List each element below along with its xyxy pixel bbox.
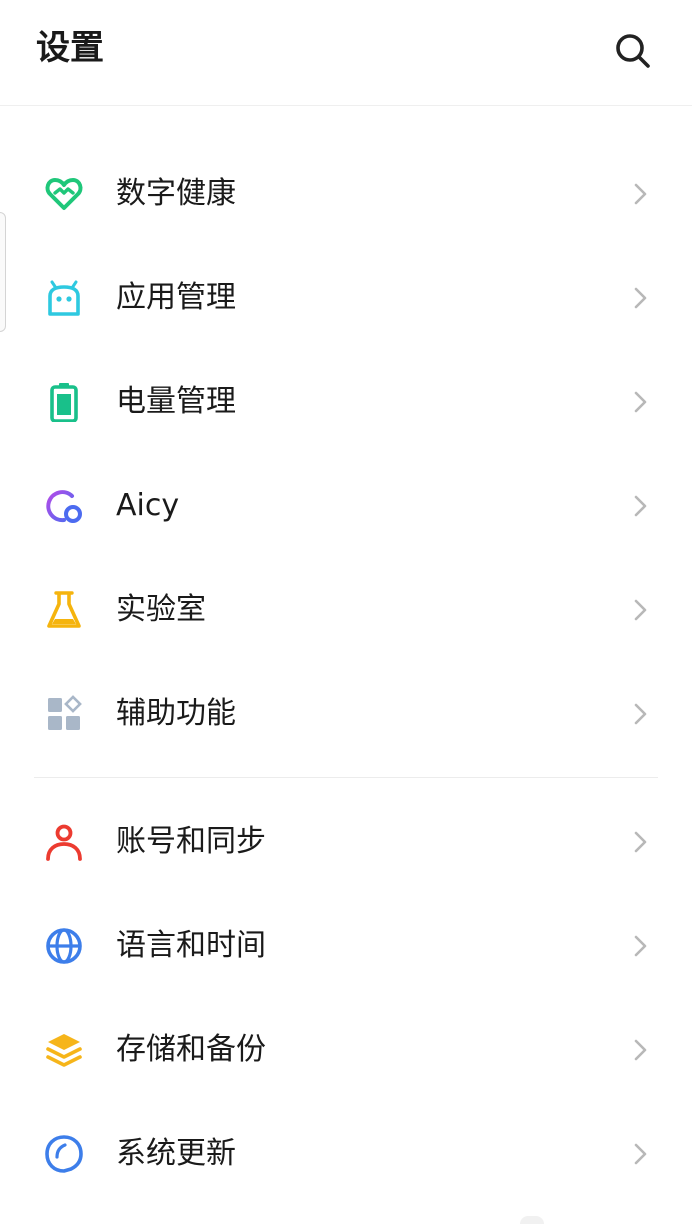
battery-icon <box>44 382 84 422</box>
settings-item-storage-backup[interactable]: 存储和备份 <box>0 1002 692 1098</box>
section-divider <box>34 777 658 778</box>
aicy-icon <box>44 486 84 526</box>
settings-item-aicy[interactable]: Aicy <box>0 458 692 554</box>
search-button[interactable] <box>608 26 658 76</box>
account-person-icon <box>44 822 84 862</box>
settings-item-label: 电量管理 <box>116 384 236 419</box>
settings-item-accessibility[interactable]: 辅助功能 <box>0 666 692 762</box>
settings-item-label: 实验室 <box>116 592 206 627</box>
settings-item-label: 账号和同步 <box>116 824 266 859</box>
accessibility-grid-icon <box>44 694 84 734</box>
chevron-right-icon <box>634 287 647 309</box>
settings-item-label: 应用管理 <box>116 280 236 315</box>
lab-flask-icon <box>44 590 84 630</box>
storage-layers-icon <box>44 1030 84 1070</box>
chevron-right-icon <box>634 183 647 205</box>
language-globe-icon <box>44 926 84 966</box>
settings-item-label: 系统更新 <box>116 1136 236 1171</box>
settings-item-language-time[interactable]: 语言和时间 <box>0 898 692 994</box>
chevron-right-icon <box>634 831 647 853</box>
chevron-right-icon <box>634 1143 647 1165</box>
chevron-right-icon <box>634 935 647 957</box>
settings-item-label: 数字健康 <box>116 176 236 211</box>
settings-item-label: 语言和时间 <box>116 928 266 963</box>
app-header: 设置 <box>0 0 692 106</box>
chevron-right-icon <box>634 1039 647 1061</box>
settings-item-digital-wellbeing[interactable]: 数字健康 <box>0 146 692 242</box>
chevron-right-icon <box>634 495 647 517</box>
app-management-robot-icon <box>44 278 84 318</box>
system-update-icon <box>44 1134 84 1174</box>
settings-item-label: 存储和备份 <box>116 1032 266 1067</box>
digital-wellbeing-heart-icon <box>44 174 84 214</box>
settings-item-label: 辅助功能 <box>116 696 236 731</box>
chevron-right-icon <box>634 599 647 621</box>
page-title: 设置 <box>36 28 104 68</box>
chevron-right-icon <box>634 703 647 725</box>
settings-item-app-management[interactable]: 应用管理 <box>0 250 692 346</box>
settings-item-label: Aicy <box>116 488 180 523</box>
search-icon <box>616 34 650 68</box>
settings-item-account-sync[interactable]: 账号和同步 <box>0 794 692 890</box>
settings-item-battery-management[interactable]: 电量管理 <box>0 354 692 450</box>
settings-item-system-update[interactable]: 系统更新 <box>0 1106 692 1202</box>
chevron-right-icon <box>634 391 647 413</box>
settings-item-lab[interactable]: 实验室 <box>0 562 692 658</box>
scroll-indicator <box>520 1216 544 1224</box>
